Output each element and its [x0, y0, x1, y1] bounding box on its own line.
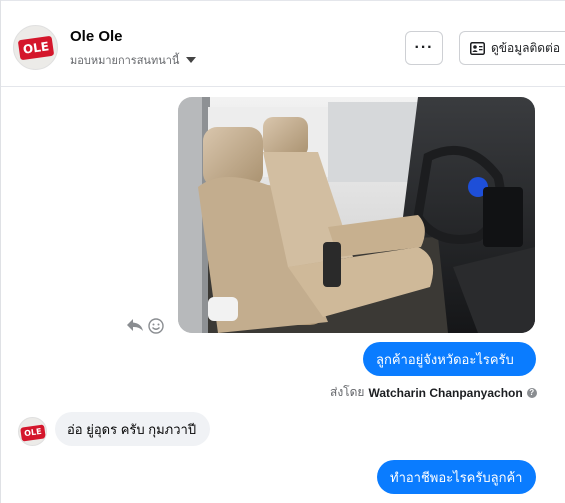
- message-text: ลูกค้าอยู่จังหวัดอะไรครับ: [376, 351, 514, 367]
- contact-card-icon: [470, 41, 485, 55]
- reply-icon[interactable]: [126, 317, 144, 338]
- ole-logo: OLE: [17, 35, 55, 61]
- message-text: อ่อ ยู่อุดร ครับ กุมภวาปี: [67, 421, 197, 437]
- smiley-react-icon[interactable]: [148, 318, 164, 339]
- conversation-header: OLE Ole Ole มอบหมายการสนทนานี้ ··· ดูข้อ…: [1, 1, 565, 87]
- car-interior-photo[interactable]: [178, 97, 535, 333]
- incoming-message-bubble[interactable]: อ่อ ยู่อุดร ครับ กุมภวาปี: [55, 412, 210, 446]
- message-text: ทำอาชีพอะไรครับลูกค้า: [390, 469, 523, 485]
- more-options-button[interactable]: ···: [405, 31, 443, 65]
- outgoing-message-bubble[interactable]: ลูกค้าอยู่จังหวัดอะไรครับ: [363, 342, 536, 376]
- ole-logo-small: OLE: [20, 424, 46, 442]
- car-interior-image: [178, 97, 535, 333]
- sent-by-name: Watcharin Chanpanyachon: [368, 385, 523, 400]
- sent-by-label: ส่งโดย Watcharin Chanpanyachon ?: [330, 383, 537, 402]
- assign-conversation-dropdown[interactable]: มอบหมายการสนทนานี้: [70, 51, 197, 69]
- help-icon[interactable]: ?: [526, 387, 537, 398]
- more-dots-icon: ···: [414, 39, 434, 56]
- outgoing-message-bubble[interactable]: ทำอาชีพอะไรครับลูกค้า: [377, 460, 536, 494]
- assign-label: มอบหมายการสนทนานี้: [70, 55, 180, 67]
- sent-by-prefix: ส่งโดย: [330, 385, 365, 399]
- page-name[interactable]: Ole Ole: [70, 28, 123, 45]
- page-avatar[interactable]: OLE: [13, 25, 58, 70]
- caret-down-icon: [186, 57, 197, 63]
- view-contact-label: ดูข้อมูลติดต่อ: [491, 40, 561, 55]
- view-contact-info-button[interactable]: ดูข้อมูลติดต่อ: [459, 31, 565, 65]
- sender-avatar[interactable]: OLE: [18, 417, 47, 446]
